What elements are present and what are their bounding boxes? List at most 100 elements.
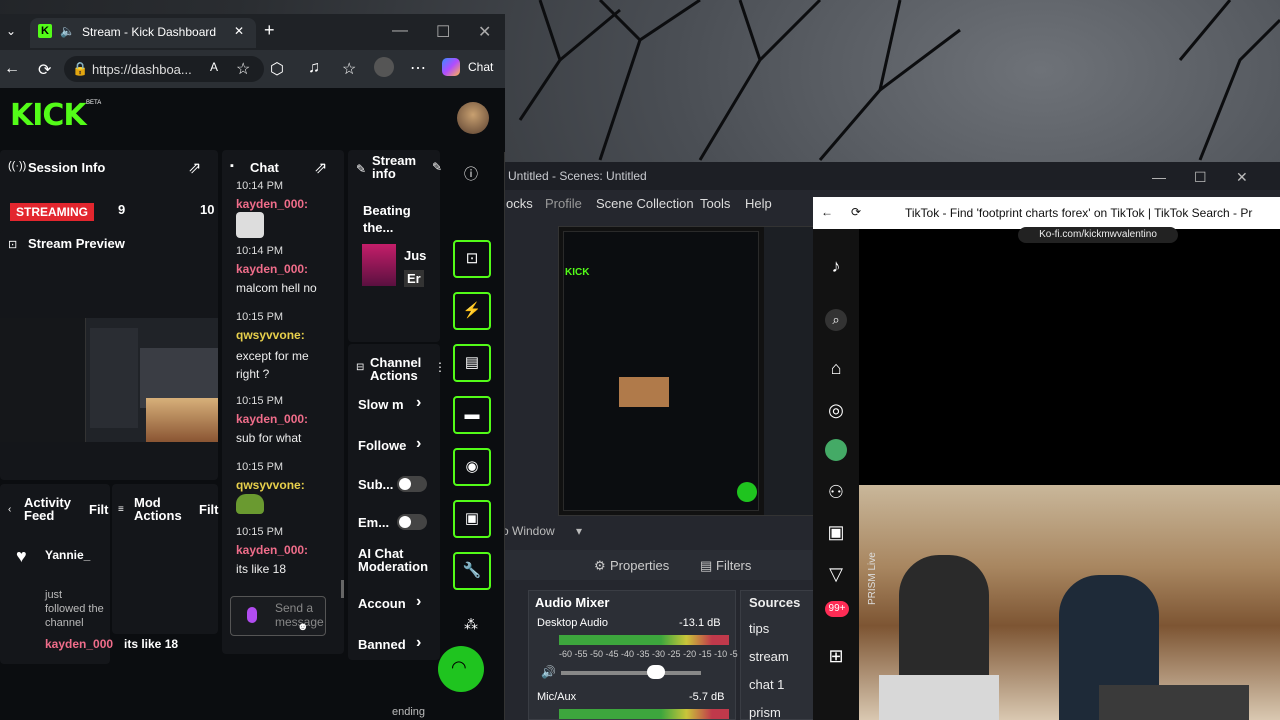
filters-button[interactable]: Filters	[716, 558, 751, 573]
lightning-icon[interactable]: ⚡	[453, 292, 491, 330]
chat-username[interactable]: qwsyvvone:	[236, 478, 305, 492]
ai-moderation-label[interactable]: AI Chat Moderation	[358, 547, 438, 573]
following-icon[interactable]: ⚇	[825, 481, 847, 503]
category-name: Jus	[404, 248, 427, 263]
obs-preview[interactable]: KICK	[558, 226, 814, 516]
screenshot-icon[interactable]: ⊡	[453, 240, 491, 278]
slider-handle[interactable]	[647, 665, 665, 679]
popout-icon[interactable]: ⇗	[188, 158, 201, 178]
filter-button[interactable]: Filt	[89, 502, 109, 517]
chat-input[interactable]: Send a message ☻	[230, 596, 326, 636]
source-item[interactable]: chat 1	[749, 677, 784, 692]
popout-icon[interactable]: ⇗	[314, 158, 327, 178]
chat-username[interactable]: kayden_000:	[236, 197, 308, 211]
extensions-icon[interactable]: ⬡	[270, 59, 284, 79]
menu-docks[interactable]: ocks	[506, 196, 533, 211]
menu-tools[interactable]: Tools	[700, 196, 730, 211]
stream-preview-video[interactable]	[0, 318, 218, 442]
wrench-icon[interactable]: 🔧	[453, 552, 491, 590]
chat-username[interactable]: kayden_000:	[236, 412, 308, 426]
edit-icon[interactable]: ✎	[432, 160, 442, 174]
notes-icon[interactable]: ▤	[453, 344, 491, 382]
more-icon[interactable]: ⋯	[410, 58, 426, 78]
chevron-right-icon[interactable]: ›	[416, 394, 421, 412]
tab-list-icon[interactable]: ⌄	[6, 24, 16, 38]
category-thumbnail[interactable]	[362, 244, 396, 286]
info-icon[interactable]: ⓘ	[464, 164, 478, 184]
chat-message: malcom hell no	[236, 281, 317, 295]
webcam-video: PRISM Live	[859, 485, 1280, 720]
properties-button[interactable]: Properties	[610, 558, 669, 573]
close-icon[interactable]: ✕	[478, 22, 491, 42]
more-icon[interactable]: ⋮	[434, 360, 446, 374]
emoji-icon[interactable]: ☻	[297, 621, 309, 633]
minimize-icon[interactable]: —	[1152, 169, 1166, 185]
tab-kick-dashboard[interactable]: K 🔈 Stream - Kick Dashboard ✕	[30, 18, 256, 48]
kick-logo[interactable]: KICK	[10, 98, 87, 133]
chevron-down-icon[interactable]: ▾	[576, 524, 582, 538]
chat-username[interactable]: qwsyvvone:	[236, 328, 305, 342]
maximize-icon[interactable]: ☐	[1194, 169, 1207, 186]
maximize-icon[interactable]: ☐	[436, 22, 450, 42]
back-arrow-icon[interactable]: ←	[821, 205, 833, 219]
filter-button[interactable]: Filt	[199, 502, 219, 517]
chevron-right-icon[interactable]: ›	[416, 634, 421, 652]
subscribers-toggle[interactable]	[397, 476, 427, 492]
desktop-audio-slider[interactable]	[561, 671, 701, 675]
menu-help[interactable]: Help	[745, 196, 772, 211]
upload-icon[interactable]: ⊞	[825, 645, 847, 667]
minimize-icon[interactable]: —	[392, 22, 408, 40]
close-tab-icon[interactable]: ✕	[234, 24, 244, 38]
chevron-right-icon[interactable]: ›	[416, 435, 421, 453]
profile-avatar[interactable]	[374, 57, 394, 77]
reload-icon[interactable]: ⟳	[851, 205, 861, 219]
activity-user[interactable]: Yannie_	[45, 548, 90, 562]
chat-username[interactable]: kayden_000:	[236, 262, 308, 276]
copilot-icon[interactable]	[442, 58, 460, 76]
microphone-icon[interactable]	[247, 607, 257, 623]
desktop-audio-scale: -60 -55 -50 -45 -40 -35 -30 -25 -20 -15 …	[559, 649, 746, 659]
new-tab-icon[interactable]: +	[264, 20, 275, 41]
favorite-star-icon[interactable]: ☆	[236, 59, 250, 79]
extension-icon[interactable]: ♫	[308, 59, 320, 77]
compass-icon[interactable]: ◎	[825, 399, 847, 421]
banned-label[interactable]: Banned	[358, 637, 406, 652]
avatar[interactable]	[825, 439, 847, 461]
reload-icon[interactable]: ⟳	[38, 60, 51, 80]
connections-icon[interactable]: ⁂	[464, 616, 478, 633]
live-icon[interactable]: ▣	[825, 521, 847, 543]
layout-icon[interactable]: ▣	[453, 500, 491, 538]
chevron-right-icon[interactable]: ›	[416, 593, 421, 611]
support-headset-button[interactable]: ◠	[438, 646, 484, 692]
activity-last-msg: its like 18	[124, 637, 179, 651]
slow-mode-label[interactable]: Slow m	[358, 397, 404, 412]
heart-icon: ♥	[16, 546, 27, 566]
account-age-label[interactable]: Accoun	[358, 596, 406, 611]
back-arrow-icon[interactable]: ←	[4, 60, 20, 78]
messages-icon[interactable]: ▽	[825, 563, 847, 585]
source-item[interactable]: prism	[749, 705, 781, 720]
favorites-icon[interactable]: ☆	[342, 59, 356, 79]
menu-scene-collection[interactable]: Scene Collection	[596, 196, 694, 211]
tiktok-logo-icon[interactable]: ♪	[825, 255, 847, 277]
url-field[interactable]: 🔒 https://dashboa...	[64, 56, 264, 82]
speaker-icon[interactable]: 🔊	[541, 665, 556, 679]
chat-username[interactable]: kayden_000:	[236, 543, 308, 557]
read-aloud-icon[interactable]: A	[210, 60, 218, 74]
close-icon[interactable]: ✕	[1236, 169, 1248, 186]
drag-handle-icon[interactable]: ‹	[8, 504, 11, 515]
menu-profile[interactable]: Profile	[545, 196, 582, 211]
activity-last-user[interactable]: kayden_000	[45, 637, 113, 651]
source-item[interactable]: tips	[749, 621, 769, 636]
user-avatar[interactable]	[457, 102, 489, 134]
chat-bubble-icon[interactable]: ▬	[453, 396, 491, 434]
speaker-icon[interactable]: 🔈	[60, 24, 75, 38]
followers-mode-label[interactable]: Followe	[358, 438, 406, 453]
copilot-chat-button[interactable]: Chat	[468, 60, 493, 74]
emotes-toggle[interactable]	[397, 514, 427, 530]
home-icon[interactable]: ⌂	[825, 357, 847, 379]
search-icon[interactable]: ⌕	[825, 309, 847, 331]
broadcast-icon[interactable]: ◉	[453, 448, 491, 486]
source-item[interactable]: stream	[749, 649, 789, 664]
chat-scrollbar[interactable]	[341, 580, 344, 598]
